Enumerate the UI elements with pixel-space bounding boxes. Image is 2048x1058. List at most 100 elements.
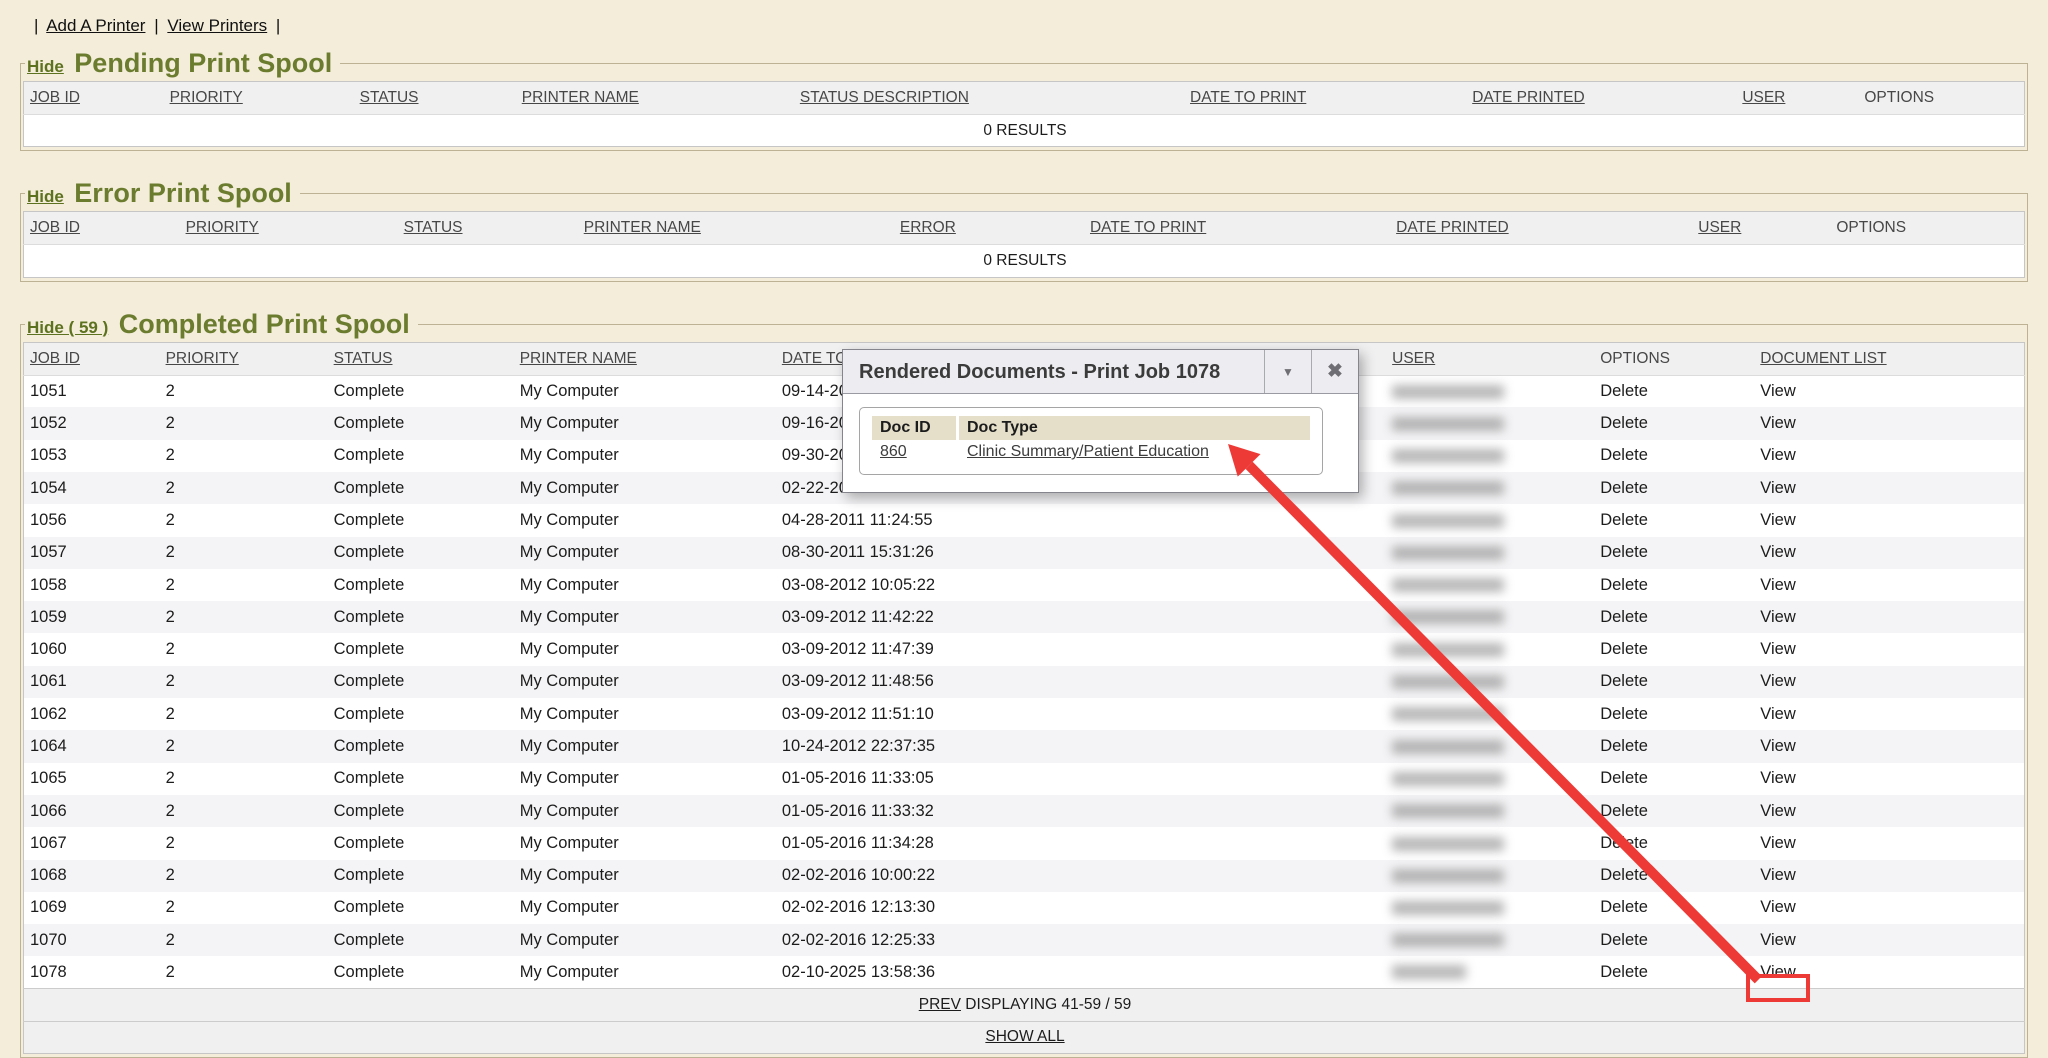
user-redacted-blur bbox=[1392, 804, 1504, 818]
printer-name-cell: My Computer bbox=[514, 407, 776, 439]
error-hide-link[interactable]: Hide bbox=[27, 187, 64, 206]
delete-job-link[interactable]: Delete bbox=[1600, 898, 1648, 916]
delete-job-link[interactable]: Delete bbox=[1600, 769, 1648, 787]
column-header-printer-name[interactable]: PRINTER NAME bbox=[516, 82, 794, 115]
column-header-status[interactable]: STATUS bbox=[398, 212, 578, 245]
error-section-title: Error Print Spool bbox=[74, 178, 292, 208]
print-job-row: 10622CompleteMy Computer03-09-2012 11:51… bbox=[24, 698, 2025, 730]
date-to-print-cell: 01-05-2016 11:33:32 bbox=[776, 795, 1142, 827]
delete-job-link[interactable]: Delete bbox=[1600, 479, 1648, 497]
printer-name-cell: My Computer bbox=[514, 698, 776, 730]
view-document-list-link[interactable]: View bbox=[1760, 640, 1795, 658]
view-document-list-link[interactable]: View bbox=[1760, 672, 1795, 690]
column-header-user[interactable]: USER bbox=[1692, 212, 1830, 245]
view-document-list-link[interactable]: View bbox=[1760, 543, 1795, 561]
view-document-list-link[interactable]: View bbox=[1760, 834, 1795, 852]
view-document-list-link[interactable]: View bbox=[1760, 446, 1795, 464]
nav-view-printers-link[interactable]: View Printers bbox=[167, 16, 267, 35]
delete-job-link[interactable]: Delete bbox=[1600, 802, 1648, 820]
column-header-document-list[interactable]: DOCUMENT LIST bbox=[1754, 342, 2024, 375]
user-cell bbox=[1386, 730, 1594, 762]
column-header-error[interactable]: ERROR bbox=[894, 212, 1084, 245]
user-cell bbox=[1386, 795, 1594, 827]
pending-hide-link[interactable]: Hide bbox=[27, 57, 64, 76]
column-header-job-id[interactable]: JOB ID bbox=[24, 342, 160, 375]
doc-id-link[interactable]: 860 bbox=[880, 443, 907, 460]
column-header-date-to-print[interactable]: DATE TO PRINT bbox=[1184, 82, 1466, 115]
column-header-job-id[interactable]: JOB ID bbox=[24, 82, 164, 115]
delete-job-link[interactable]: Delete bbox=[1600, 963, 1648, 981]
job-id-cell: 1051 bbox=[24, 375, 160, 407]
view-document-list-link[interactable]: View bbox=[1760, 769, 1795, 787]
date-to-print-cell: 02-10-2025 13:58:36 bbox=[776, 956, 1142, 988]
column-header-printer-name[interactable]: PRINTER NAME bbox=[514, 342, 776, 375]
column-header-date-printed[interactable]: DATE PRINTED bbox=[1466, 82, 1736, 115]
job-id-cell: 1066 bbox=[24, 795, 160, 827]
printer-name-cell: My Computer bbox=[514, 795, 776, 827]
delete-job-link[interactable]: Delete bbox=[1600, 382, 1648, 400]
view-document-list-link[interactable]: View bbox=[1760, 479, 1795, 497]
delete-job-link[interactable]: Delete bbox=[1600, 931, 1648, 949]
delete-job-link[interactable]: Delete bbox=[1600, 640, 1648, 658]
view-document-list-link[interactable]: View bbox=[1760, 898, 1795, 916]
view-document-list-link[interactable]: View bbox=[1760, 931, 1795, 949]
delete-job-link[interactable]: Delete bbox=[1600, 446, 1648, 464]
view-document-list-link[interactable]: View bbox=[1760, 414, 1795, 432]
delete-job-link[interactable]: Delete bbox=[1600, 511, 1648, 529]
delete-job-link[interactable]: Delete bbox=[1600, 414, 1648, 432]
view-document-list-link[interactable]: View bbox=[1760, 608, 1795, 626]
column-header-date-to-print[interactable]: DATE TO PRINT bbox=[1084, 212, 1390, 245]
delete-job-link[interactable]: Delete bbox=[1600, 543, 1648, 561]
dialog-titlebar[interactable]: Rendered Documents - Print Job 1078 ▼ ✖ bbox=[843, 350, 1358, 394]
column-header-label: OPTIONS bbox=[1600, 350, 1670, 367]
printer-name-cell: My Computer bbox=[514, 730, 776, 762]
dialog-collapse-button[interactable]: ▼ bbox=[1264, 350, 1311, 393]
date-to-print-cell: 02-02-2016 10:00:22 bbox=[776, 860, 1142, 892]
column-header-label: JOB ID bbox=[30, 350, 80, 367]
nav-add-a-printer-link[interactable]: Add A Printer bbox=[46, 16, 145, 35]
delete-job-link[interactable]: Delete bbox=[1600, 866, 1648, 884]
job-id-cell: 1056 bbox=[24, 504, 160, 536]
column-header-user[interactable]: USER bbox=[1736, 82, 1858, 115]
column-header-status[interactable]: STATUS bbox=[354, 82, 516, 115]
view-document-list-link[interactable]: View bbox=[1760, 802, 1795, 820]
show-all-link[interactable]: SHOW ALL bbox=[985, 1028, 1064, 1045]
pagination-cell: PREV DISPLAYING 41-59 / 59 bbox=[24, 989, 2025, 1021]
dialog-close-button[interactable]: ✖ bbox=[1311, 350, 1358, 393]
printer-name-cell: My Computer bbox=[514, 569, 776, 601]
delete-job-link[interactable]: Delete bbox=[1600, 737, 1648, 755]
view-document-list-link[interactable]: View bbox=[1760, 511, 1795, 529]
column-header-printer-name[interactable]: PRINTER NAME bbox=[578, 212, 894, 245]
priority-cell: 2 bbox=[160, 730, 328, 762]
view-document-list-link[interactable]: View bbox=[1760, 963, 1795, 981]
delete-job-link[interactable]: Delete bbox=[1600, 705, 1648, 723]
view-document-list-link[interactable]: View bbox=[1760, 576, 1795, 594]
status-cell: Complete bbox=[328, 407, 514, 439]
column-header-user[interactable]: USER bbox=[1386, 342, 1594, 375]
job-id-cell: 1057 bbox=[24, 537, 160, 569]
doc-type-link[interactable]: Clinic Summary/Patient Education bbox=[967, 443, 1209, 460]
view-document-list-link[interactable]: View bbox=[1760, 382, 1795, 400]
status-cell: Complete bbox=[328, 698, 514, 730]
delete-job-link[interactable]: Delete bbox=[1600, 672, 1648, 690]
prev-page-link[interactable]: PREV bbox=[919, 996, 961, 1013]
column-header-priority[interactable]: PRIORITY bbox=[164, 82, 354, 115]
delete-job-link[interactable]: Delete bbox=[1600, 834, 1648, 852]
view-document-list-link[interactable]: View bbox=[1760, 737, 1795, 755]
job-id-cell: 1078 bbox=[24, 956, 160, 988]
column-header-status-description[interactable]: STATUS DESCRIPTION bbox=[794, 82, 1184, 115]
column-header-job-id[interactable]: JOB ID bbox=[24, 212, 180, 245]
column-header-priority[interactable]: PRIORITY bbox=[180, 212, 398, 245]
column-header-date-printed[interactable]: DATE PRINTED bbox=[1390, 212, 1692, 245]
job-id-cell: 1060 bbox=[24, 633, 160, 665]
completed-hide-link[interactable]: Hide ( 59 ) bbox=[27, 318, 108, 337]
view-document-list-link[interactable]: View bbox=[1760, 705, 1795, 723]
view-document-list-link[interactable]: View bbox=[1760, 866, 1795, 884]
delete-job-link[interactable]: Delete bbox=[1600, 576, 1648, 594]
date-printed-cell bbox=[1142, 569, 1386, 601]
document-list-cell: View bbox=[1754, 730, 2024, 762]
column-header-priority[interactable]: PRIORITY bbox=[160, 342, 328, 375]
delete-job-link[interactable]: Delete bbox=[1600, 608, 1648, 626]
date-to-print-cell: 04-28-2011 11:24:55 bbox=[776, 504, 1142, 536]
column-header-status[interactable]: STATUS bbox=[328, 342, 514, 375]
